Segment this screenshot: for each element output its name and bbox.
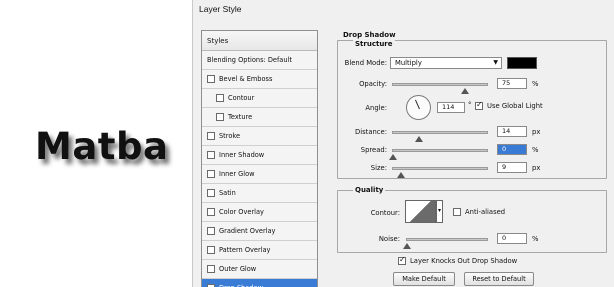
text-preview-area: Matba [0, 0, 192, 287]
knockout-row[interactable]: Layer Knocks Out Drop Shadow [398, 255, 518, 265]
noise-label: Noise: [378, 235, 400, 243]
spread-slider[interactable] [389, 149, 488, 160]
layer-style-dialog: Layer Style Styles Blending Options: Def… [192, 0, 614, 287]
style-item-label: Contour [228, 94, 255, 102]
global-light-checkbox[interactable] [475, 100, 483, 110]
global-light-label: Use Global Light [487, 102, 543, 110]
noise-field[interactable]: 0 [497, 233, 527, 244]
opacity-slider-thumb[interactable] [461, 88, 469, 94]
angle-field[interactable]: 114 [437, 102, 465, 113]
blend-mode-label: Blend Mode: [344, 59, 387, 67]
chevron-down-icon: ▼ [493, 59, 498, 66]
distance-field[interactable]: 14 [497, 126, 527, 137]
style-item-texture[interactable]: Texture [202, 108, 317, 127]
quality-group [337, 190, 607, 253]
styles-list: Styles Blending Options: Default Bevel & … [201, 30, 318, 287]
contour-preview[interactable] [405, 200, 436, 223]
style-item-label: Stroke [219, 132, 241, 140]
style-item-label: Outer Glow [219, 265, 257, 273]
style-checkbox-outer-glow[interactable] [207, 265, 215, 273]
distance-slider[interactable] [392, 131, 488, 142]
style-checkbox-contour[interactable] [216, 94, 224, 102]
anti-aliased-label: Anti-aliased [465, 208, 506, 216]
dialog-title: Layer Style [199, 4, 242, 14]
noise-slider-thumb[interactable] [403, 243, 411, 249]
knockout-label: Layer Knocks Out Drop Shadow [410, 257, 518, 265]
style-item-inner-shadow[interactable]: Inner Shadow [202, 146, 317, 165]
styles-header[interactable]: Styles [202, 31, 317, 51]
style-checkbox-inner-glow[interactable] [207, 170, 215, 178]
global-light-row[interactable]: Use Global Light [475, 100, 543, 110]
contour-dropdown[interactable]: ▾ [436, 200, 443, 223]
style-checkbox-satin[interactable] [207, 189, 215, 197]
distance-label: Distance: [354, 128, 387, 136]
style-item-label: Bevel & Emboss [219, 75, 273, 83]
style-item-label: Satin [219, 189, 236, 197]
style-item-label: Gradient Overlay [219, 227, 276, 235]
style-item-label: Color Overlay [219, 208, 264, 216]
style-item-outer-glow[interactable]: Outer Glow [202, 260, 317, 279]
style-checkbox-bevel-emboss[interactable] [207, 75, 215, 83]
distance-slider-thumb[interactable] [415, 136, 423, 142]
style-item-pattern-overlay[interactable]: Pattern Overlay [202, 241, 317, 260]
size-label: Size: [370, 164, 387, 172]
style-item-gradient-overlay[interactable]: Gradient Overlay [202, 222, 317, 241]
blend-mode-value: Multiply [395, 59, 422, 67]
style-item-label: Inner Glow [219, 170, 255, 178]
style-item-bevel-emboss[interactable]: Bevel & Emboss [202, 70, 317, 89]
noise-unit: % [532, 235, 539, 243]
chevron-down-icon: ▾ [437, 207, 441, 214]
angle-unit: ° [468, 101, 472, 109]
angle-label: Angle: [365, 104, 387, 112]
angle-dial[interactable] [406, 95, 431, 120]
size-slider[interactable] [392, 167, 488, 178]
distance-unit: px [532, 128, 541, 136]
style-checkbox-inner-shadow[interactable] [207, 151, 215, 159]
opacity-label: Opacity: [359, 80, 387, 88]
noise-slider[interactable] [403, 238, 488, 249]
style-item-label: Drop Shadow [219, 279, 263, 287]
structure-title: Structure [353, 40, 395, 48]
spread-field[interactable]: 0 [497, 144, 527, 155]
style-item-satin[interactable]: Satin [202, 184, 317, 203]
anti-aliased-checkbox[interactable] [453, 208, 461, 216]
size-slider-thumb[interactable] [397, 172, 405, 178]
size-unit: px [532, 164, 541, 172]
style-item-drop-shadow[interactable]: Drop Shadow [202, 279, 317, 287]
style-item-stroke[interactable]: Stroke [202, 127, 317, 146]
style-checkbox-texture[interactable] [216, 113, 224, 121]
style-checkbox-pattern-overlay[interactable] [207, 246, 215, 254]
style-checkbox-gradient-overlay[interactable] [207, 227, 215, 235]
make-default-button[interactable]: Make Default [393, 272, 455, 286]
style-item-inner-glow[interactable]: Inner Glow [202, 165, 317, 184]
contour-label: Contour: [370, 209, 400, 217]
spread-label: Spread: [360, 146, 387, 154]
opacity-field[interactable]: 75 [497, 78, 527, 89]
reset-default-button[interactable]: Reset to Default [464, 272, 534, 286]
style-item-color-overlay[interactable]: Color Overlay [202, 203, 317, 222]
spread-slider-thumb[interactable] [389, 154, 397, 160]
style-item-label: Blending Options: Default [207, 56, 292, 64]
anti-aliased-row[interactable]: Anti-aliased [453, 208, 505, 216]
blend-mode-select[interactable]: Multiply ▼ [390, 57, 502, 69]
style-checkbox-stroke[interactable] [207, 132, 215, 140]
style-checkbox-color-overlay[interactable] [207, 208, 215, 216]
style-item-label: Texture [228, 113, 253, 121]
opacity-slider[interactable] [392, 83, 488, 94]
style-item-contour[interactable]: Contour [202, 89, 317, 108]
knockout-checkbox[interactable] [398, 255, 406, 265]
drop-shadow-title: Drop Shadow [343, 31, 396, 39]
preview-text: Matba [35, 125, 169, 168]
quality-title: Quality [353, 186, 386, 194]
opacity-unit: % [532, 80, 539, 88]
style-item-label: Pattern Overlay [219, 246, 271, 254]
size-field[interactable]: 9 [497, 162, 527, 173]
style-item-label: Inner Shadow [219, 151, 265, 159]
style-item-blending-options-default[interactable]: Blending Options: Default [202, 51, 317, 70]
shadow-color-swatch[interactable] [507, 57, 537, 69]
spread-unit: % [532, 146, 539, 154]
